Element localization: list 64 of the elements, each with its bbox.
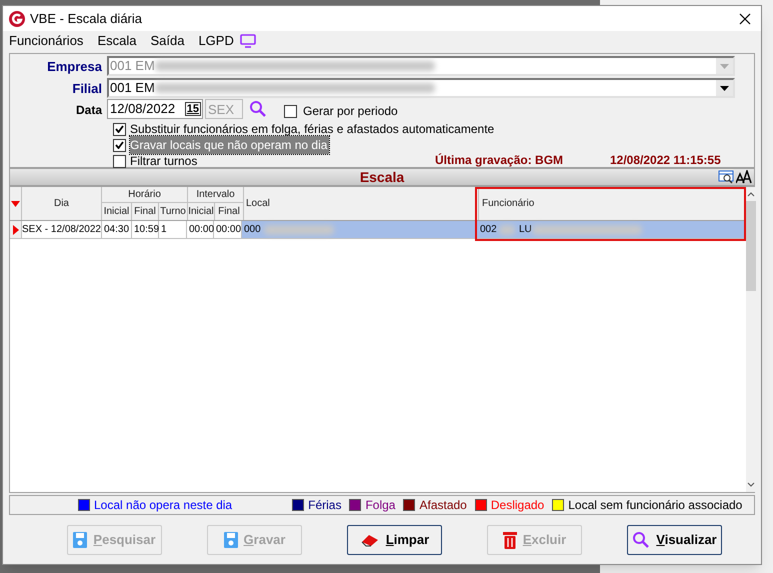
close-icon[interactable]	[739, 12, 751, 24]
legend-label: Local sem funcionário associado	[568, 497, 742, 514]
checkbox[interactable]	[113, 138, 126, 152]
legend-label: Folga	[365, 497, 396, 514]
table-cell: 10:59	[132, 221, 159, 238]
checkbox-label: Gerar por periodo	[303, 103, 398, 120]
table-cell-text: 000	[244, 223, 261, 237]
column-header: Final	[217, 205, 241, 219]
action-button[interactable]: Visualizar	[627, 525, 722, 555]
column-header: Final	[132, 203, 159, 220]
grid-title: Escala	[360, 168, 404, 186]
column-group-header: Intervalo	[188, 187, 243, 203]
field-label: Filial	[72, 80, 102, 98]
checkbox-label: Substituir funcionários em folga, férias e afastados automaticamente	[130, 121, 494, 138]
menu-item[interactable]: Funcionários	[9, 31, 84, 51]
search-icon[interactable]	[249, 100, 267, 118]
table-cell: SEX - 12/08/2022	[22, 221, 102, 238]
column-header: Turno	[159, 205, 187, 219]
last-save-label: Última gravação: BGM	[435, 152, 564, 169]
checkbox-label: Gravar locais que não operam no dia	[130, 136, 330, 154]
search-icon	[632, 531, 650, 549]
column-header: Local	[244, 187, 479, 220]
table-cell: 00:00	[214, 221, 242, 238]
last-save-timestamp: 12/08/2022 11:15:55	[610, 152, 721, 169]
zoom-grid-icon[interactable]	[718, 170, 734, 184]
trash-can-icon	[502, 531, 517, 549]
menu-item[interactable]: LGPD	[198, 31, 234, 51]
checkbox[interactable]	[284, 104, 297, 118]
blurred-text	[264, 225, 334, 235]
field-label: Empresa	[47, 58, 102, 76]
legend-label: Férias	[308, 497, 342, 514]
table-cell: 00:00	[187, 221, 214, 238]
action-button[interactable]: Limpar	[347, 525, 442, 555]
column-header: Inicial	[102, 203, 132, 220]
app-logo-icon	[9, 10, 25, 26]
font-size-icon[interactable]	[736, 170, 752, 184]
column-header: Dia	[22, 187, 102, 220]
table-cell-text: LU	[519, 223, 532, 237]
window-title: VBE - Escala diária	[30, 10, 142, 28]
vertical-scrollbar[interactable]	[746, 187, 756, 492]
weekday-field: SEX	[205, 99, 243, 119]
menu-item[interactable]: Saída	[150, 31, 184, 51]
date-field[interactable]: 12/08/2022 15	[107, 99, 203, 119]
column-group-header: Horário	[102, 187, 187, 203]
blurred-text	[499, 225, 515, 235]
checkbox-label: Filtrar turnos	[130, 153, 198, 170]
legend-label: Desligado	[490, 497, 544, 514]
checkbox[interactable]	[113, 122, 126, 136]
checkbox[interactable]	[113, 154, 126, 168]
table-cell: 04:30	[102, 221, 132, 238]
sort-marker-icon	[11, 200, 20, 206]
action-button: Gravar	[207, 525, 302, 555]
column-header: Inicial	[188, 203, 215, 220]
menu-item[interactable]: Escala	[97, 31, 136, 51]
dropdown-arrow-icon[interactable]	[720, 86, 729, 90]
action-button: Excluir	[487, 525, 582, 555]
legend-label: Afastado	[419, 497, 467, 514]
eraser-icon	[360, 533, 380, 547]
action-button: Pesquisar	[67, 525, 162, 555]
monitor-icon[interactable]	[240, 34, 256, 48]
legend-label: Local não opera neste dia	[94, 497, 232, 514]
table-cell: 1	[159, 221, 187, 238]
field-label: Data	[76, 102, 102, 119]
table-cell-text: 002	[480, 223, 497, 237]
